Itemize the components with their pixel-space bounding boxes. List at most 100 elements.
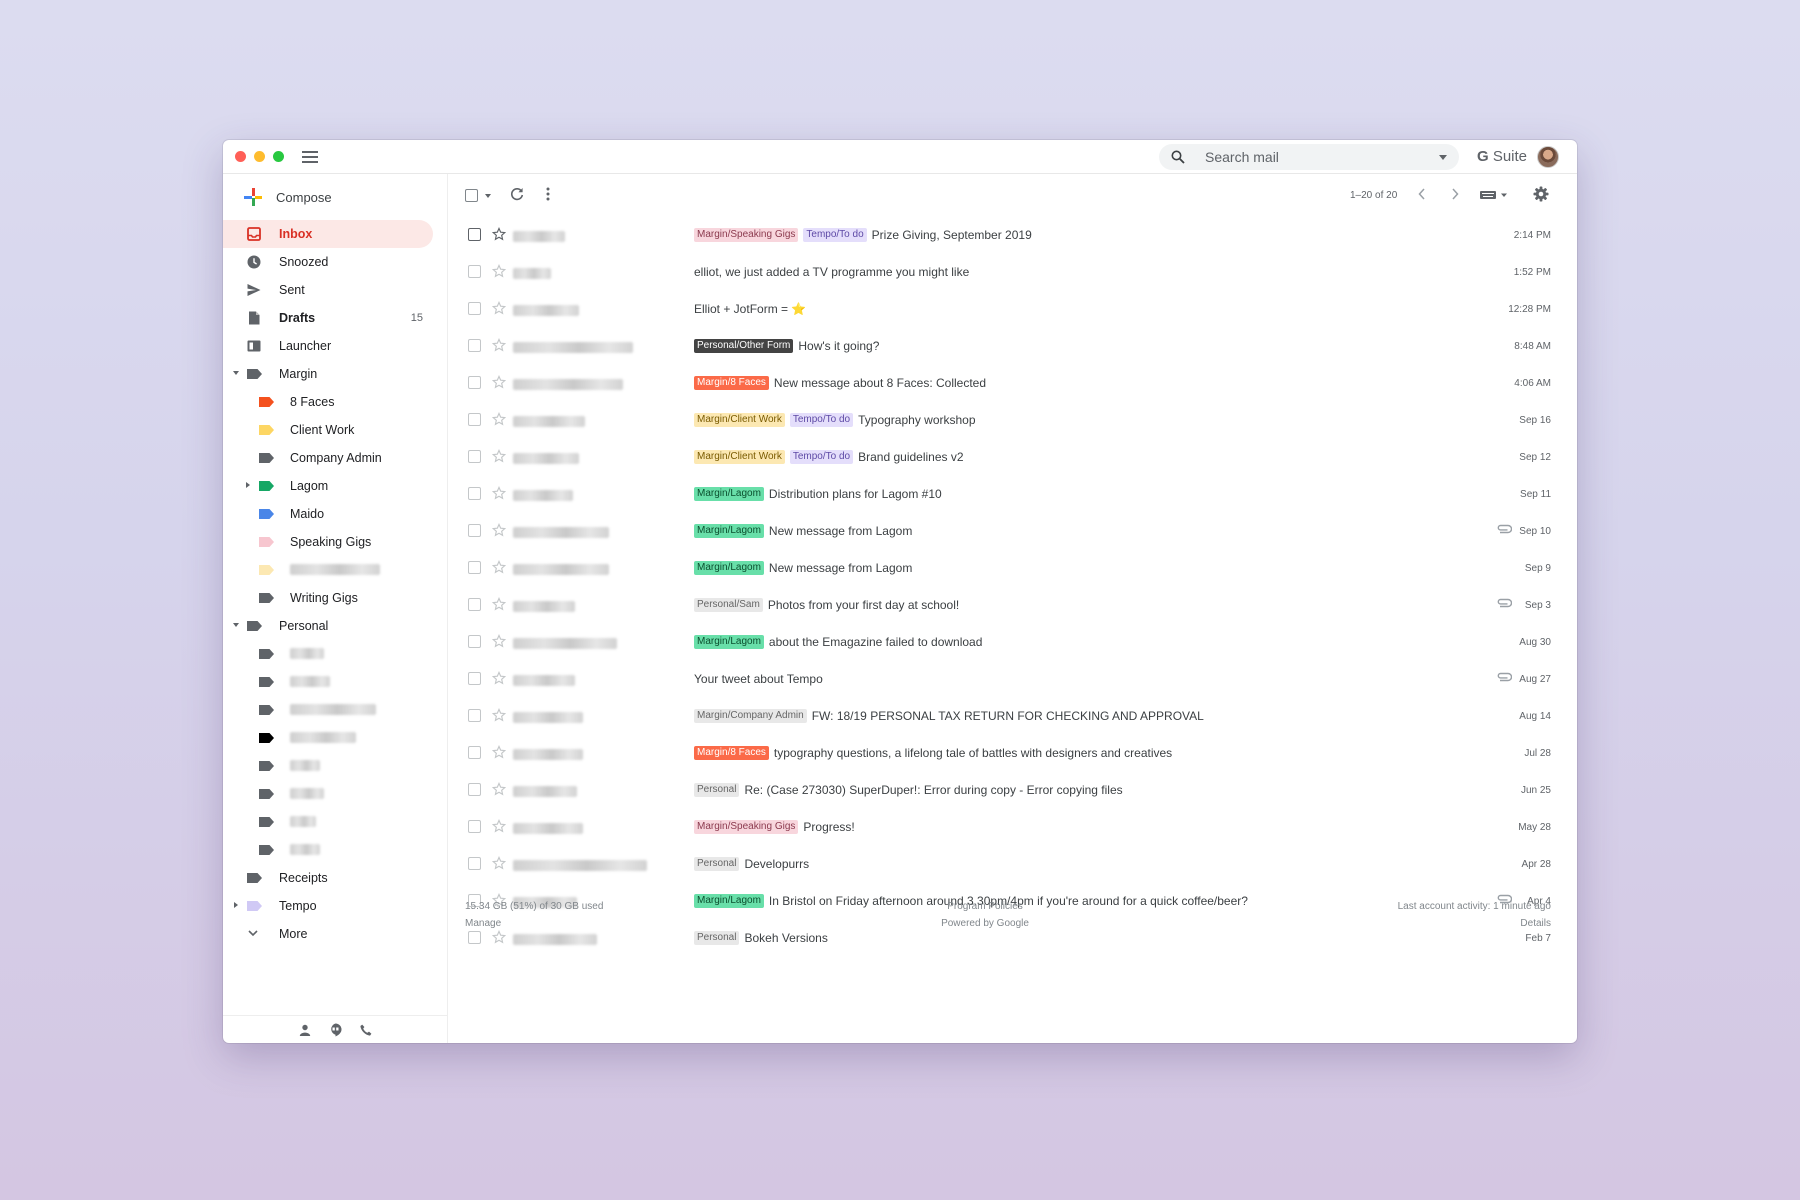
email-row[interactable]: Personal/Other Form How's it going? 8:48 A… <box>448 328 1577 365</box>
hangouts-icon[interactable] <box>329 1023 342 1037</box>
sidebar-item-more[interactable]: More <box>223 920 447 948</box>
star-icon[interactable] <box>492 597 506 611</box>
label-chip[interactable]: Margin/8 Faces <box>694 376 769 390</box>
row-checkbox[interactable] <box>468 672 481 685</box>
star-icon[interactable] <box>492 856 506 870</box>
star-icon[interactable] <box>492 523 506 537</box>
star-icon[interactable] <box>492 782 506 796</box>
star-icon[interactable] <box>492 338 506 352</box>
label-chip[interactable]: Personal <box>694 857 740 871</box>
refresh-icon[interactable] <box>510 187 524 201</box>
sidebar-item-hidden-label-17[interactable] <box>223 696 447 724</box>
row-checkbox[interactable] <box>468 561 481 574</box>
email-row[interactable]: Margin/Lagom New message from Lagom Sep 10 <box>448 513 1577 550</box>
avatar[interactable] <box>1537 146 1559 168</box>
sidebar-item-hidden-label-12[interactable] <box>223 556 447 584</box>
email-row[interactable]: Elliot + JotForm = ⭐ 12:28 PM <box>448 291 1577 328</box>
phone-icon[interactable] <box>360 1024 372 1036</box>
collapse-toggle-icon[interactable] <box>246 482 250 488</box>
row-checkbox[interactable] <box>468 931 481 944</box>
sidebar-item-hidden-label-22[interactable] <box>223 836 447 864</box>
zoom-window-button[interactable] <box>273 151 284 162</box>
sidebar-item-hidden-label-21[interactable] <box>223 808 447 836</box>
star-icon[interactable] <box>492 227 506 241</box>
email-row[interactable]: Your tweet about Tempo Aug 27 <box>448 661 1577 698</box>
sidebar-item-client-work[interactable]: Client Work <box>223 416 447 444</box>
chevron-left-icon[interactable] <box>1418 188 1426 200</box>
label-chip[interactable]: Margin/Lagom <box>694 635 764 649</box>
star-icon[interactable] <box>492 745 506 759</box>
email-row[interactable]: Margin/Lagom about the Emagazine failed t… <box>448 624 1577 661</box>
expand-toggle-icon[interactable] <box>233 371 239 375</box>
row-checkbox[interactable] <box>468 598 481 611</box>
label-chip[interactable]: Margin/Company Admin <box>694 709 807 723</box>
label-chip[interactable]: Tempo/To do <box>789 450 854 464</box>
sidebar-item-personal[interactable]: Personal <box>223 612 447 640</box>
row-checkbox[interactable] <box>468 302 481 315</box>
expand-toggle-icon[interactable] <box>233 623 239 627</box>
row-checkbox[interactable] <box>468 413 481 426</box>
row-checkbox[interactable] <box>468 228 481 241</box>
email-row[interactable]: Margin/Company Admin FW: 18/19 PERSONAL T… <box>448 698 1577 735</box>
star-icon[interactable] <box>492 930 506 944</box>
sidebar-item-sent[interactable]: Sent <box>223 276 447 304</box>
star-icon[interactable] <box>492 486 506 500</box>
email-row[interactable]: Personal Re: (Case 273030) SuperDuper!: E… <box>448 772 1577 809</box>
sidebar-item-speaking-gigs[interactable]: Speaking Gigs <box>223 528 447 556</box>
row-checkbox[interactable] <box>468 820 481 833</box>
gear-icon[interactable] <box>1533 186 1549 202</box>
label-chip[interactable]: Tempo/To do <box>803 228 867 242</box>
sidebar-item-snoozed[interactable]: Snoozed <box>223 248 447 276</box>
email-row[interactable]: Margin/Lagom New message from Lagom Sep 9 <box>448 550 1577 587</box>
activity-details-link[interactable]: Details <box>1520 918 1551 929</box>
sidebar-item-8-faces[interactable]: 8 Faces <box>223 388 447 416</box>
row-checkbox[interactable] <box>468 635 481 648</box>
row-checkbox[interactable] <box>468 339 481 352</box>
sidebar-item-drafts[interactable]: Drafts 15 <box>223 304 447 332</box>
label-chip[interactable]: Margin/Client Work <box>694 450 785 464</box>
label-chip[interactable]: Margin/Speaking Gigs <box>694 820 799 834</box>
row-checkbox[interactable] <box>468 709 481 722</box>
sidebar-item-hidden-label-15[interactable] <box>223 640 447 668</box>
star-icon[interactable] <box>492 449 506 463</box>
email-row[interactable]: Margin/Client Work Tempo/To do Brand guide… <box>448 439 1577 476</box>
email-row[interactable]: Margin/Client Work Tempo/To do Typography … <box>448 402 1577 439</box>
sidebar-item-receipts[interactable]: Receipts <box>223 864 447 892</box>
search-options-icon[interactable] <box>1439 154 1447 160</box>
row-checkbox[interactable] <box>468 450 481 463</box>
label-chip[interactable]: Personal/Sam <box>694 598 763 612</box>
label-chip[interactable]: Margin/Lagom <box>694 487 764 501</box>
program-policies-link[interactable]: Program Policies <box>935 901 1035 912</box>
sidebar-item-hidden-label-16[interactable] <box>223 668 447 696</box>
sidebar-item-hidden-label-19[interactable] <box>223 752 447 780</box>
row-checkbox[interactable] <box>468 783 481 796</box>
select-options-icon[interactable] <box>485 194 491 198</box>
sidebar-item-lagom[interactable]: Lagom <box>223 472 447 500</box>
sidebar-item-tempo[interactable]: Tempo <box>223 892 447 920</box>
label-chip[interactable]: Margin/Client Work <box>694 413 785 427</box>
star-icon[interactable] <box>492 708 506 722</box>
main-menu-icon[interactable] <box>302 150 318 163</box>
sidebar-item-hidden-label-20[interactable] <box>223 780 447 808</box>
email-row[interactable]: Personal Developurrs Apr 28 <box>448 846 1577 883</box>
more-options-icon[interactable] <box>546 187 550 201</box>
label-chip[interactable]: Personal <box>694 931 740 945</box>
row-checkbox[interactable] <box>468 265 481 278</box>
email-row[interactable]: elliot, we just added a TV programme you… <box>448 254 1577 291</box>
label-chip[interactable]: Personal <box>694 783 740 797</box>
sidebar-item-launcher[interactable]: Launcher <box>223 332 447 360</box>
star-icon[interactable] <box>492 819 506 833</box>
close-window-button[interactable] <box>235 151 246 162</box>
star-icon[interactable] <box>492 375 506 389</box>
sidebar-item-company-admin[interactable]: Company Admin <box>223 444 447 472</box>
star-icon[interactable] <box>492 634 506 648</box>
sidebar-item-margin[interactable]: Margin <box>223 360 447 388</box>
sidebar-item-maido[interactable]: Maido <box>223 500 447 528</box>
compose-button[interactable]: Compose <box>223 174 447 220</box>
manage-storage-link[interactable]: Manage <box>465 918 501 929</box>
label-chip[interactable]: Margin/Speaking Gigs <box>694 228 799 242</box>
sidebar-item-hidden-label-18[interactable] <box>223 724 447 752</box>
label-chip[interactable]: Personal/Other Form <box>694 339 794 353</box>
search-input[interactable]: Search mail <box>1205 149 1439 165</box>
row-checkbox[interactable] <box>468 376 481 389</box>
